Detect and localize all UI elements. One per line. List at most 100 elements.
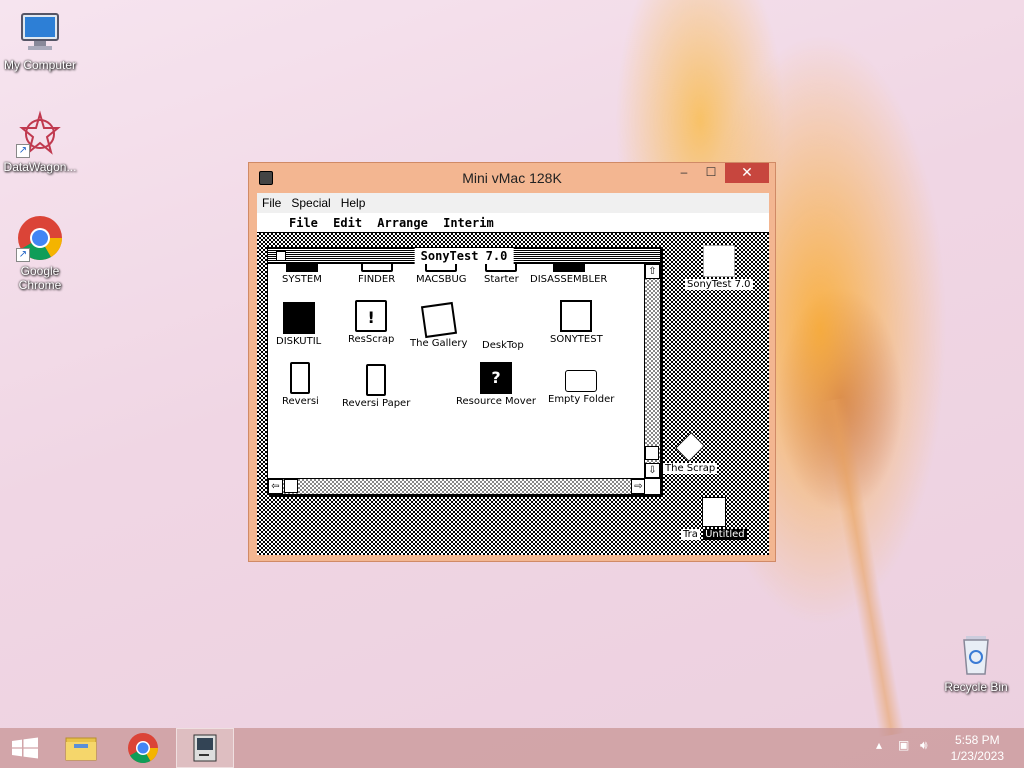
folder-icon [565,370,598,392]
finder-item-finder[interactable]: FINDER [358,264,395,285]
mac-menu-arrange[interactable]: Arrange [373,216,432,230]
item-label: SONYTEST [550,334,603,345]
finder-item-reversi-paper[interactable]: Reversi Paper [342,364,410,409]
item-label: SYSTEM [282,274,322,285]
mac-disk-sonytest[interactable]: SonyTest 7.0 [685,245,753,290]
desktop-icon-datawagon[interactable]: ↗ DataWagon... [0,110,80,174]
item-label: Empty Folder [548,394,615,405]
start-button[interactable] [0,728,50,768]
show-hidden-icons-icon[interactable]: ▴ [876,738,882,752]
folder-icon [65,737,97,761]
mac-icon-the-scrap[interactable]: The Scrap [663,432,718,474]
scroll-down-arrow-icon[interactable]: ⇩ [645,463,660,478]
taskbar-mini-vmac[interactable] [176,728,234,768]
item-label: MACSBUG [416,274,467,285]
mac-menu-file[interactable]: File [285,216,322,230]
resource-mover-icon: ? [479,362,512,394]
finder-content: SYSTEM FINDER MACSBUG Starter DISASSEMBL… [268,264,644,478]
grow-box[interactable] [644,478,660,494]
menu-special[interactable]: Special [286,196,335,210]
gallery-icon [420,301,457,339]
network-icon[interactable]: ▣ [898,738,909,752]
item-label: DeskTop [482,340,524,351]
desktop-icon-label: Google Chrome [18,264,62,292]
finder-item-starter[interactable]: Starter [484,264,519,285]
taskbar: ▴ ▣ 🔊︎ 5:58 PM 1/23/2023 [0,728,1024,768]
finder-item-disassembler[interactable]: DISASSEMBLER [530,264,607,285]
mac-classic-icon [193,734,217,762]
menu-file[interactable]: File [257,196,286,210]
resscrap-icon: ! [355,300,388,332]
finder-close-box[interactable] [276,251,286,261]
recycle-bin-icon [952,630,1000,678]
volume-icon[interactable]: 🔊︎ [920,738,928,753]
chrome-icon: ↗ [16,214,64,262]
finder-item-the-gallery[interactable]: The Gallery [410,301,468,349]
close-button[interactable]: ✕ [725,163,769,183]
trash-icon [701,497,726,527]
desktop-icon-label: DataWagon... [3,160,77,174]
finder-item-macsbug[interactable]: MACSBUG [416,264,467,285]
item-label: DISKUTIL [276,336,322,347]
finder-item-resscrap[interactable]: ! ResScrap [348,300,394,345]
desktop-icon-my-computer[interactable]: My Computer [0,8,80,72]
floppy-disk-icon [560,300,593,332]
mini-vmac-window: Mini vMac 128K – ☐ ✕ File Special Help Fil… [248,162,776,562]
item-label: DISASSEMBLER [530,274,608,285]
item-label: Resource Mover [456,396,536,407]
finder-item-resource-mover[interactable]: ? Resource Mover [456,362,536,407]
vertical-scroll-thumb[interactable] [645,446,659,460]
finder-item-reversi[interactable]: Reversi [282,362,319,407]
taskbar-file-explorer[interactable] [52,728,110,768]
horizontal-scroll-thumb[interactable] [284,479,298,493]
desktop-icon-recycle-bin[interactable]: Recycle Bin [936,630,1016,694]
desktop-icon-label: Recycle Bin [944,680,1008,694]
maximize-button[interactable]: ☐ [698,163,724,183]
mac-icon-label: Tra [681,529,700,540]
starter-icon [485,264,518,272]
mac-menu-edit[interactable]: Edit [329,216,366,230]
mac-icon-untitled[interactable]: Tra Untitled [681,497,747,540]
desktop-icon-google-chrome[interactable]: ↗ Google Chrome [0,214,80,292]
finder-item-empty-folder[interactable]: Empty Folder [548,362,614,405]
mac-menubar: File Edit Arrange Interim [257,213,769,233]
item-label: Reversi Paper [342,398,411,409]
menu-help[interactable]: Help [336,196,371,210]
vertical-scrollbar[interactable]: ⇧ ⇩ [644,264,660,478]
item-label: FINDER [358,274,396,285]
scrap-icon [675,432,705,462]
mac-icon-label: SonyTest 7.0 [685,279,753,290]
reversi-icon [290,362,311,394]
system-icon [285,264,318,272]
computer-icon [16,8,64,56]
finder-window: SonyTest 7.0 SYSTEM FINDER MACSBUG Start… [267,247,661,495]
finder-item-diskutil[interactable]: DISKUTIL [276,302,321,347]
datawagon-icon: ↗ [16,110,64,158]
shortcut-arrow-icon: ↗ [16,144,30,158]
finder-item-system[interactable]: SYSTEM [282,264,322,285]
chrome-icon [128,733,158,764]
finder-app-icon [360,264,393,272]
finder-item-sonytest[interactable]: SONYTEST [550,300,603,345]
item-label: Reversi [282,396,319,407]
taskbar-chrome[interactable] [114,728,172,768]
system-clock[interactable]: 5:58 PM 1/23/2023 [951,732,1004,764]
scroll-left-arrow-icon[interactable]: ⇦ [268,479,283,494]
finder-window-titlebar[interactable]: SonyTest 7.0 [268,248,660,264]
minimize-button[interactable]: – [671,163,697,183]
window-menubar: File Special Help [257,193,769,213]
mac-menu-interim[interactable]: Interim [439,216,498,230]
scroll-up-arrow-icon[interactable]: ⇧ [645,264,660,279]
shortcut-arrow-icon: ↗ [16,248,30,262]
windows-logo-icon [12,737,38,759]
desktop-icon-label: My Computer [3,58,77,72]
mac-screen[interactable]: File Edit Arrange Interim SonyTest 7.0 S… [257,213,769,555]
reversi-paper-icon [366,364,387,396]
apple-menu-icon[interactable] [257,216,275,230]
item-label: Starter [484,274,519,285]
finder-item-desktop[interactable]: DeskTop [482,340,524,351]
item-label: ResScrap [348,334,395,345]
horizontal-scrollbar[interactable]: ⇦ ⇨ [268,478,646,494]
item-label: The Gallery [410,338,468,349]
clock-date: 1/23/2023 [950,749,1004,763]
